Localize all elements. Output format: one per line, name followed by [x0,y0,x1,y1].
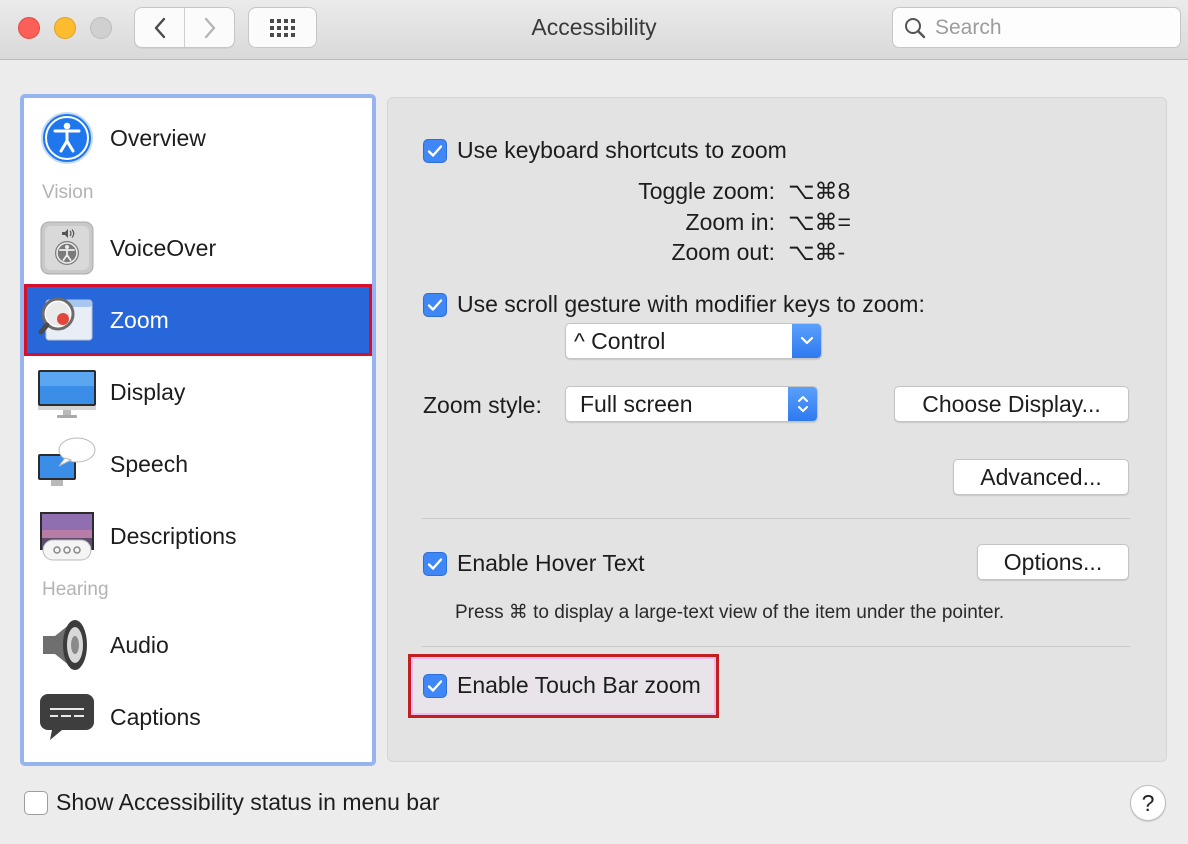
toggle-zoom-shortcut: ⌥⌘8 [788,178,851,204]
show-status-label: Show Accessibility status in menu bar [56,789,440,815]
sidebar-item-label: Speech [110,450,189,477]
sidebar-item-label: Audio [110,631,169,658]
sidebar-item-captions[interactable]: Captions [24,681,372,753]
sidebar-item-speech[interactable]: Speech [24,428,372,500]
chevron-updown-icon [788,387,817,421]
sidebar-item-label: Overview [110,124,206,151]
scroll-gesture-label: Use scroll gesture with modifier keys to… [457,291,925,317]
sidebar-item-label: VoiceOver [110,234,217,261]
sidebar-item-audio[interactable]: Audio [24,609,372,681]
speech-bubble-icon [37,434,97,494]
descriptions-icon [37,506,97,566]
checkmark-icon [427,298,443,311]
search-icon [905,17,926,38]
chevron-down-icon [792,324,821,358]
advanced-button[interactable]: Advanced... [953,459,1129,495]
checkmark-icon [427,557,443,570]
hover-text-row: Enable Hover Text [423,550,645,577]
sidebar-item-label: Display [110,378,186,405]
keyboard-shortcuts-row: Use keyboard shortcuts to zoom [423,137,787,164]
scroll-gesture-checkbox[interactable] [423,292,447,317]
help-button[interactable]: ? [1130,785,1166,821]
zoom-in-label: Zoom in: [685,209,775,235]
sidebar-item-zoom[interactable]: Zoom [24,284,372,356]
modifier-key-popup[interactable]: ^ Control [565,323,822,359]
checkmark-icon [427,144,443,157]
zoom-style-popup[interactable]: Full screen [565,386,818,422]
choose-display-button[interactable]: Choose Display... [894,386,1129,422]
sidebar-item-descriptions[interactable]: Descriptions [24,500,372,572]
sidebar-item-label: Descriptions [110,522,237,549]
display-monitor-icon [37,362,97,422]
hover-text-checkbox[interactable] [423,551,447,576]
touch-bar-row: Enable Touch Bar zoom [423,672,701,699]
sidebar-item-label: Captions [110,703,201,730]
toggle-zoom-label: Toggle zoom: [638,178,775,204]
sidebar-item-voiceover[interactable]: VoiceOver [24,212,372,284]
zoom-style-label: Zoom style: [423,392,542,418]
search-field[interactable] [892,7,1181,48]
speaker-icon [37,615,97,675]
sidebar-item-display[interactable]: Display [24,356,372,428]
zoom-magnifier-icon [37,290,97,350]
section-header-hearing: Hearing [42,579,109,600]
divider [422,646,1130,647]
sidebar-item-overview[interactable]: Overview [24,102,372,174]
keyboard-shortcuts-label: Use keyboard shortcuts to zoom [457,137,787,163]
zoom-in-shortcut: ⌥⌘= [788,209,851,235]
zoom-out-label: Zoom out: [671,239,775,265]
search-input[interactable] [935,15,1155,40]
section-header-vision: Vision [42,182,94,203]
status-menu-row: Show Accessibility status in menu bar [24,789,440,816]
touch-bar-zoom-label: Enable Touch Bar zoom [457,672,701,698]
show-status-checkbox[interactable] [24,790,48,815]
title-bar: Accessibility [0,0,1188,60]
hover-text-hint: Press ⌘ to display a large-text view of … [455,602,1005,623]
zoom-style-row: Zoom style: [423,392,542,419]
touch-bar-zoom-checkbox[interactable] [423,673,447,698]
hover-text-options-button[interactable]: Options... [977,544,1129,580]
sidebar-item-label: Zoom [110,306,169,333]
hover-text-label: Enable Hover Text [457,550,645,576]
checkmark-icon [427,679,443,692]
scroll-gesture-row: Use scroll gesture with modifier keys to… [423,291,925,318]
category-sidebar: Overview Vision VoiceOver Zoom Display S… [20,94,376,766]
divider [422,518,1130,519]
captions-icon [37,687,97,747]
zoom-out-shortcut: ⌥⌘- [788,239,846,265]
accessibility-person-icon [37,108,97,168]
voiceover-icon [37,218,97,278]
modifier-key-value: ^ Control [574,327,666,354]
keyboard-shortcuts-checkbox[interactable] [423,138,447,163]
zoom-style-value: Full screen [580,390,693,417]
